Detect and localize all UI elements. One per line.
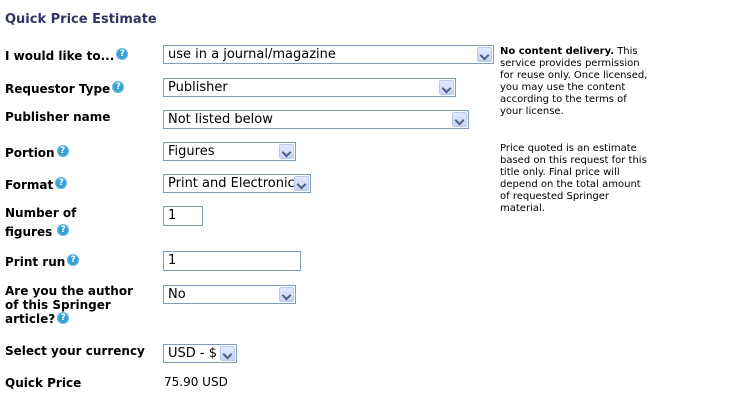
publisher-label: Publisher name: [5, 110, 111, 124]
portion-value: Figures: [168, 144, 215, 159]
requestor-label: Requestor Type: [5, 82, 111, 96]
price-note: Price quoted is an estimate based on thi…: [500, 143, 647, 214]
currency-select[interactable]: USD - $: [163, 344, 237, 363]
print-run-label: Print run: [5, 255, 66, 269]
print-run-input[interactable]: 1: [163, 251, 301, 271]
num-figures-label-line1: Number of: [5, 206, 77, 220]
delivery-note: No content delivery. This service provid…: [500, 46, 650, 118]
portion-select[interactable]: Figures: [163, 142, 296, 161]
help-icon[interactable]: ?: [112, 81, 125, 93]
format-select[interactable]: Print and Electronic: [163, 174, 311, 193]
num-figures-input[interactable]: 1: [163, 206, 203, 226]
author-value: No: [168, 287, 186, 302]
publisher-name-select[interactable]: Not listed below: [163, 110, 469, 129]
publisher-name-value: Not listed below: [168, 112, 273, 127]
help-icon[interactable]: ?: [57, 312, 70, 324]
chevron-down-icon: [279, 287, 294, 302]
quick-price-value: 75.90 USD: [164, 375, 228, 389]
portion-label: Portion: [5, 146, 55, 160]
use-label-row: I would like to...?: [5, 48, 129, 64]
page-title: Quick Price Estimate: [5, 12, 157, 27]
portion-label-row: Portion?: [5, 145, 69, 161]
author-label-line2: of this Springer: [5, 298, 111, 312]
help-icon[interactable]: ?: [56, 145, 69, 157]
chevron-down-icon: [294, 176, 309, 191]
quick-price-label: Quick Price: [5, 376, 82, 390]
author-label-line3: article?: [5, 312, 56, 326]
num-figures-label: Number of figures?: [5, 205, 76, 240]
delivery-note-heading: No content delivery.: [500, 46, 615, 57]
use-label: I would like to...: [5, 49, 115, 63]
chevron-down-icon: [477, 47, 492, 62]
help-icon[interactable]: ?: [67, 254, 80, 266]
requestor-type-value: Publisher: [168, 80, 228, 95]
format-label-row: Format?: [5, 177, 68, 193]
format-value: Print and Electronic: [168, 176, 295, 191]
format-label: Format: [5, 178, 54, 192]
currency-label: Select your currency: [5, 344, 145, 358]
use-select[interactable]: use in a journal/magazine: [163, 45, 494, 64]
author-label-line1: Are you the author: [5, 284, 133, 298]
help-icon[interactable]: ?: [57, 224, 70, 236]
author-select[interactable]: No: [163, 285, 296, 304]
author-label: Are you the author of this Springer arti…: [5, 284, 133, 326]
help-icon[interactable]: ?: [55, 177, 68, 189]
print-run-label-row: Print run?: [5, 254, 80, 270]
chevron-down-icon: [220, 346, 235, 361]
requestor-type-select[interactable]: Publisher: [163, 78, 456, 97]
requestor-label-row: Requestor Type?: [5, 81, 125, 97]
help-icon[interactable]: ?: [116, 48, 129, 60]
num-figures-label-line2: figures: [5, 225, 53, 239]
chevron-down-icon: [279, 144, 294, 159]
use-select-value: use in a journal/magazine: [168, 47, 336, 62]
currency-value: USD - $: [168, 346, 218, 361]
chevron-down-icon: [439, 80, 454, 95]
chevron-down-icon: [452, 112, 467, 127]
